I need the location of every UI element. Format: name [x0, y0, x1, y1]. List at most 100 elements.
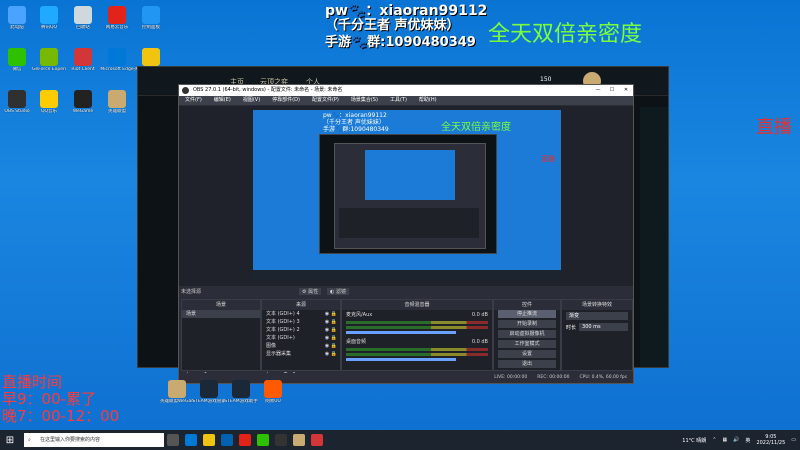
clock[interactable]: 9:05 2022/11/25 [756, 434, 785, 446]
obs-window[interactable]: OBS 27.0.1 (64-bit, windows) - 配置文件: 未命名… [178, 84, 634, 384]
desktop-icon[interactable]: OBS Studio [0, 88, 34, 122]
start-recording-button[interactable]: 开始录制 [498, 320, 556, 328]
source-item[interactable]: 文本 (GDI+) 2 ◉ 🔒 [262, 326, 340, 334]
menu-tools[interactable]: 工具(T) [384, 96, 413, 105]
desktop-icon-label: 英雄联盟 [108, 109, 126, 114]
edge-taskbar-icon[interactable] [185, 434, 197, 446]
network-icon[interactable]: ▦ [722, 437, 727, 443]
start-button[interactable]: ⊞ [0, 435, 20, 446]
visibility-eye-icon[interactable]: ◉ 🔒 [325, 326, 337, 334]
source-item[interactable]: 文本 (GDI+) 3 ◉ 🔒 [262, 318, 340, 326]
visibility-eye-icon[interactable]: ◉ 🔒 [325, 334, 337, 342]
duration-input[interactable]: 300 ms [579, 323, 628, 331]
desktop-icon[interactable]: WeGame [66, 88, 100, 122]
desktop-icon[interactable]: 英雄联盟WeGame版 [160, 378, 194, 412]
desktop-icon[interactable]: 英雄联盟 [100, 88, 134, 122]
scene-item[interactable]: 场景 [182, 310, 260, 318]
desktop-icon[interactable]: 控制面板 [134, 4, 168, 38]
source-item[interactable]: 文本 (GDI+) 4 ◉ 🔒 [262, 310, 340, 318]
obs-taskbar-icon[interactable] [275, 434, 287, 446]
maximize-button[interactable]: ☐ [605, 85, 619, 96]
desktop-icon[interactable]: 网易UU [256, 378, 290, 412]
filters-button[interactable]: ◐ 滤镜 [327, 288, 349, 295]
desktop-icon[interactable]: QQ音乐 [32, 88, 66, 122]
mic-volume-slider[interactable] [346, 331, 456, 334]
obs-preview-area[interactable]: pw🐾：xiaoran99112 （千分王者 声优妹妹） 手游🐾群:109048… [179, 106, 633, 286]
netease-music-taskbar-icon[interactable] [239, 434, 251, 446]
preview-taskbar [253, 270, 561, 280]
desktop-icon[interactable]: STEAM游戏管家 [192, 378, 226, 412]
controls-title: 控件 [494, 300, 560, 310]
settings-button[interactable]: 设置 [498, 350, 556, 358]
taskbar: ⊞ ⌕ 在这里输入你要搜索的内容 11°C 晴朗 ⌃ ▦ 🔊 英 9:05 20… [0, 430, 800, 450]
weather-widget[interactable]: 11°C 晴朗 [682, 437, 706, 444]
source-item[interactable]: 文本 (GDI+) ◉ 🔒 [262, 334, 340, 342]
close-button[interactable]: ✕ [619, 85, 633, 96]
app-icon [200, 380, 218, 398]
desktop-icon-label: 英雄联盟WeGame版 [160, 399, 194, 404]
wechat-taskbar-icon[interactable] [257, 434, 269, 446]
riot-taskbar-icon[interactable] [311, 434, 323, 446]
store-taskbar-icon[interactable] [221, 434, 233, 446]
transition-type-select[interactable]: 渐变 [566, 312, 628, 320]
desktop-icon-label: STEAM游戏助手 [224, 399, 258, 404]
notification-icon[interactable]: ▭ [791, 437, 796, 443]
menu-scene-collection[interactable]: 场景集合(S) [345, 96, 384, 105]
menu-file[interactable]: 文件(F) [179, 96, 208, 105]
preview-overlay-contact: pw🐾：xiaoran99112 [323, 112, 387, 119]
menu-edit[interactable]: 编辑(E) [208, 96, 237, 105]
explorer-taskbar-icon[interactable] [203, 434, 215, 446]
desktop-icon[interactable]: GeForce Experience [32, 46, 66, 80]
mic-meter-2 [346, 326, 488, 329]
taskbar-search[interactable]: ⌕ 在这里输入你要搜索的内容 [24, 433, 164, 447]
preview-overlay-group: 手游🐾群:1090480349 [323, 126, 389, 133]
desktop-icon[interactable]: Riot Client [66, 46, 100, 80]
scenes-dock: 场景 场景 ＋ － ⌃ ⌄ [181, 299, 261, 379]
mic-meter [346, 321, 488, 324]
menu-docks[interactable]: 停靠部件(D) [266, 96, 306, 105]
volume-icon[interactable]: 🔊 [733, 437, 739, 443]
league-taskbar-icon[interactable] [293, 434, 305, 446]
app-icon [232, 380, 250, 398]
ime-indicator[interactable]: 英 [745, 437, 750, 444]
preview-overlay-subtitle: （千分王者 声优妹妹） [323, 119, 385, 126]
source-item[interactable]: 显示器采集 ◉ 🔒 [262, 350, 340, 358]
desktop-icon[interactable]: 腾讯QQ [32, 4, 66, 38]
obs-titlebar[interactable]: OBS 27.0.1 (64-bit, windows) - 配置文件: 未命名… [179, 85, 633, 96]
desktop-icon[interactable]: 此电脑 [0, 4, 34, 38]
app-icon [8, 6, 26, 24]
desktop-icon[interactable]: STEAM游戏助手 [224, 378, 258, 412]
app-icon [74, 90, 92, 108]
desktop-icon[interactable]: 网易云音乐 [100, 4, 134, 38]
menu-view[interactable]: 视图(V) [237, 96, 266, 105]
visibility-eye-icon[interactable]: ◉ 🔒 [325, 342, 337, 350]
desktop-icon[interactable]: 回收站 [66, 4, 100, 38]
preview-canvas[interactable]: pw🐾：xiaoran99112 （千分王者 声优妹妹） 手游🐾群:109048… [253, 110, 561, 280]
desktop-icon[interactable]: Microsoft Edge [100, 46, 134, 80]
system-tray: 11°C 晴朗 ⌃ ▦ 🔊 英 9:05 2022/11/25 ▭ [682, 430, 796, 450]
desktop-icon[interactable]: 微信 [0, 46, 34, 80]
overlay-group: 手游🐾群:1090480349 [325, 35, 476, 50]
desktop-icons: 此电脑 腾讯QQ 回收站 网易云音乐 控制面板微信 GeForce Experience R… [0, 0, 168, 400]
task-view-icon[interactable] [167, 434, 179, 446]
menu-profile[interactable]: 配置文件(P) [306, 96, 345, 105]
visibility-eye-icon[interactable]: ◉ 🔒 [325, 350, 337, 358]
audio-mixer-dock: 音频混音器 麦克风/Aux 0.0 dB 桌面音频 0.0 dB [341, 299, 493, 371]
source-item[interactable]: 图像 ◉ 🔒 [262, 342, 340, 350]
scene-transitions-dock: 场景转换特效 渐变 时长 300 ms [561, 299, 633, 371]
start-virtual-camera-button[interactable]: 启动虚拟摄像机 [498, 330, 556, 338]
visibility-eye-icon[interactable]: ◉ 🔒 [325, 310, 337, 318]
studio-mode-button[interactable]: 工作室模式 [498, 340, 556, 348]
exit-button[interactable]: 退出 [498, 360, 556, 368]
desktop-icon-label: 此电脑 [10, 25, 24, 30]
properties-button[interactable]: ⚙ 属性 [299, 288, 322, 295]
rec-status: REC: 00:00:00 [537, 375, 570, 380]
desktop-volume-slider[interactable] [346, 358, 456, 361]
minimize-button[interactable]: — [591, 85, 605, 96]
stop-streaming-button[interactable]: 停止推流 [498, 310, 556, 318]
menu-help[interactable]: 帮助(H) [413, 96, 443, 105]
tray-chevron-icon[interactable]: ⌃ [712, 437, 716, 443]
desktop-meter-2 [346, 353, 488, 356]
overlay-live-label: 直播 [756, 117, 792, 138]
visibility-eye-icon[interactable]: ◉ 🔒 [325, 318, 337, 326]
